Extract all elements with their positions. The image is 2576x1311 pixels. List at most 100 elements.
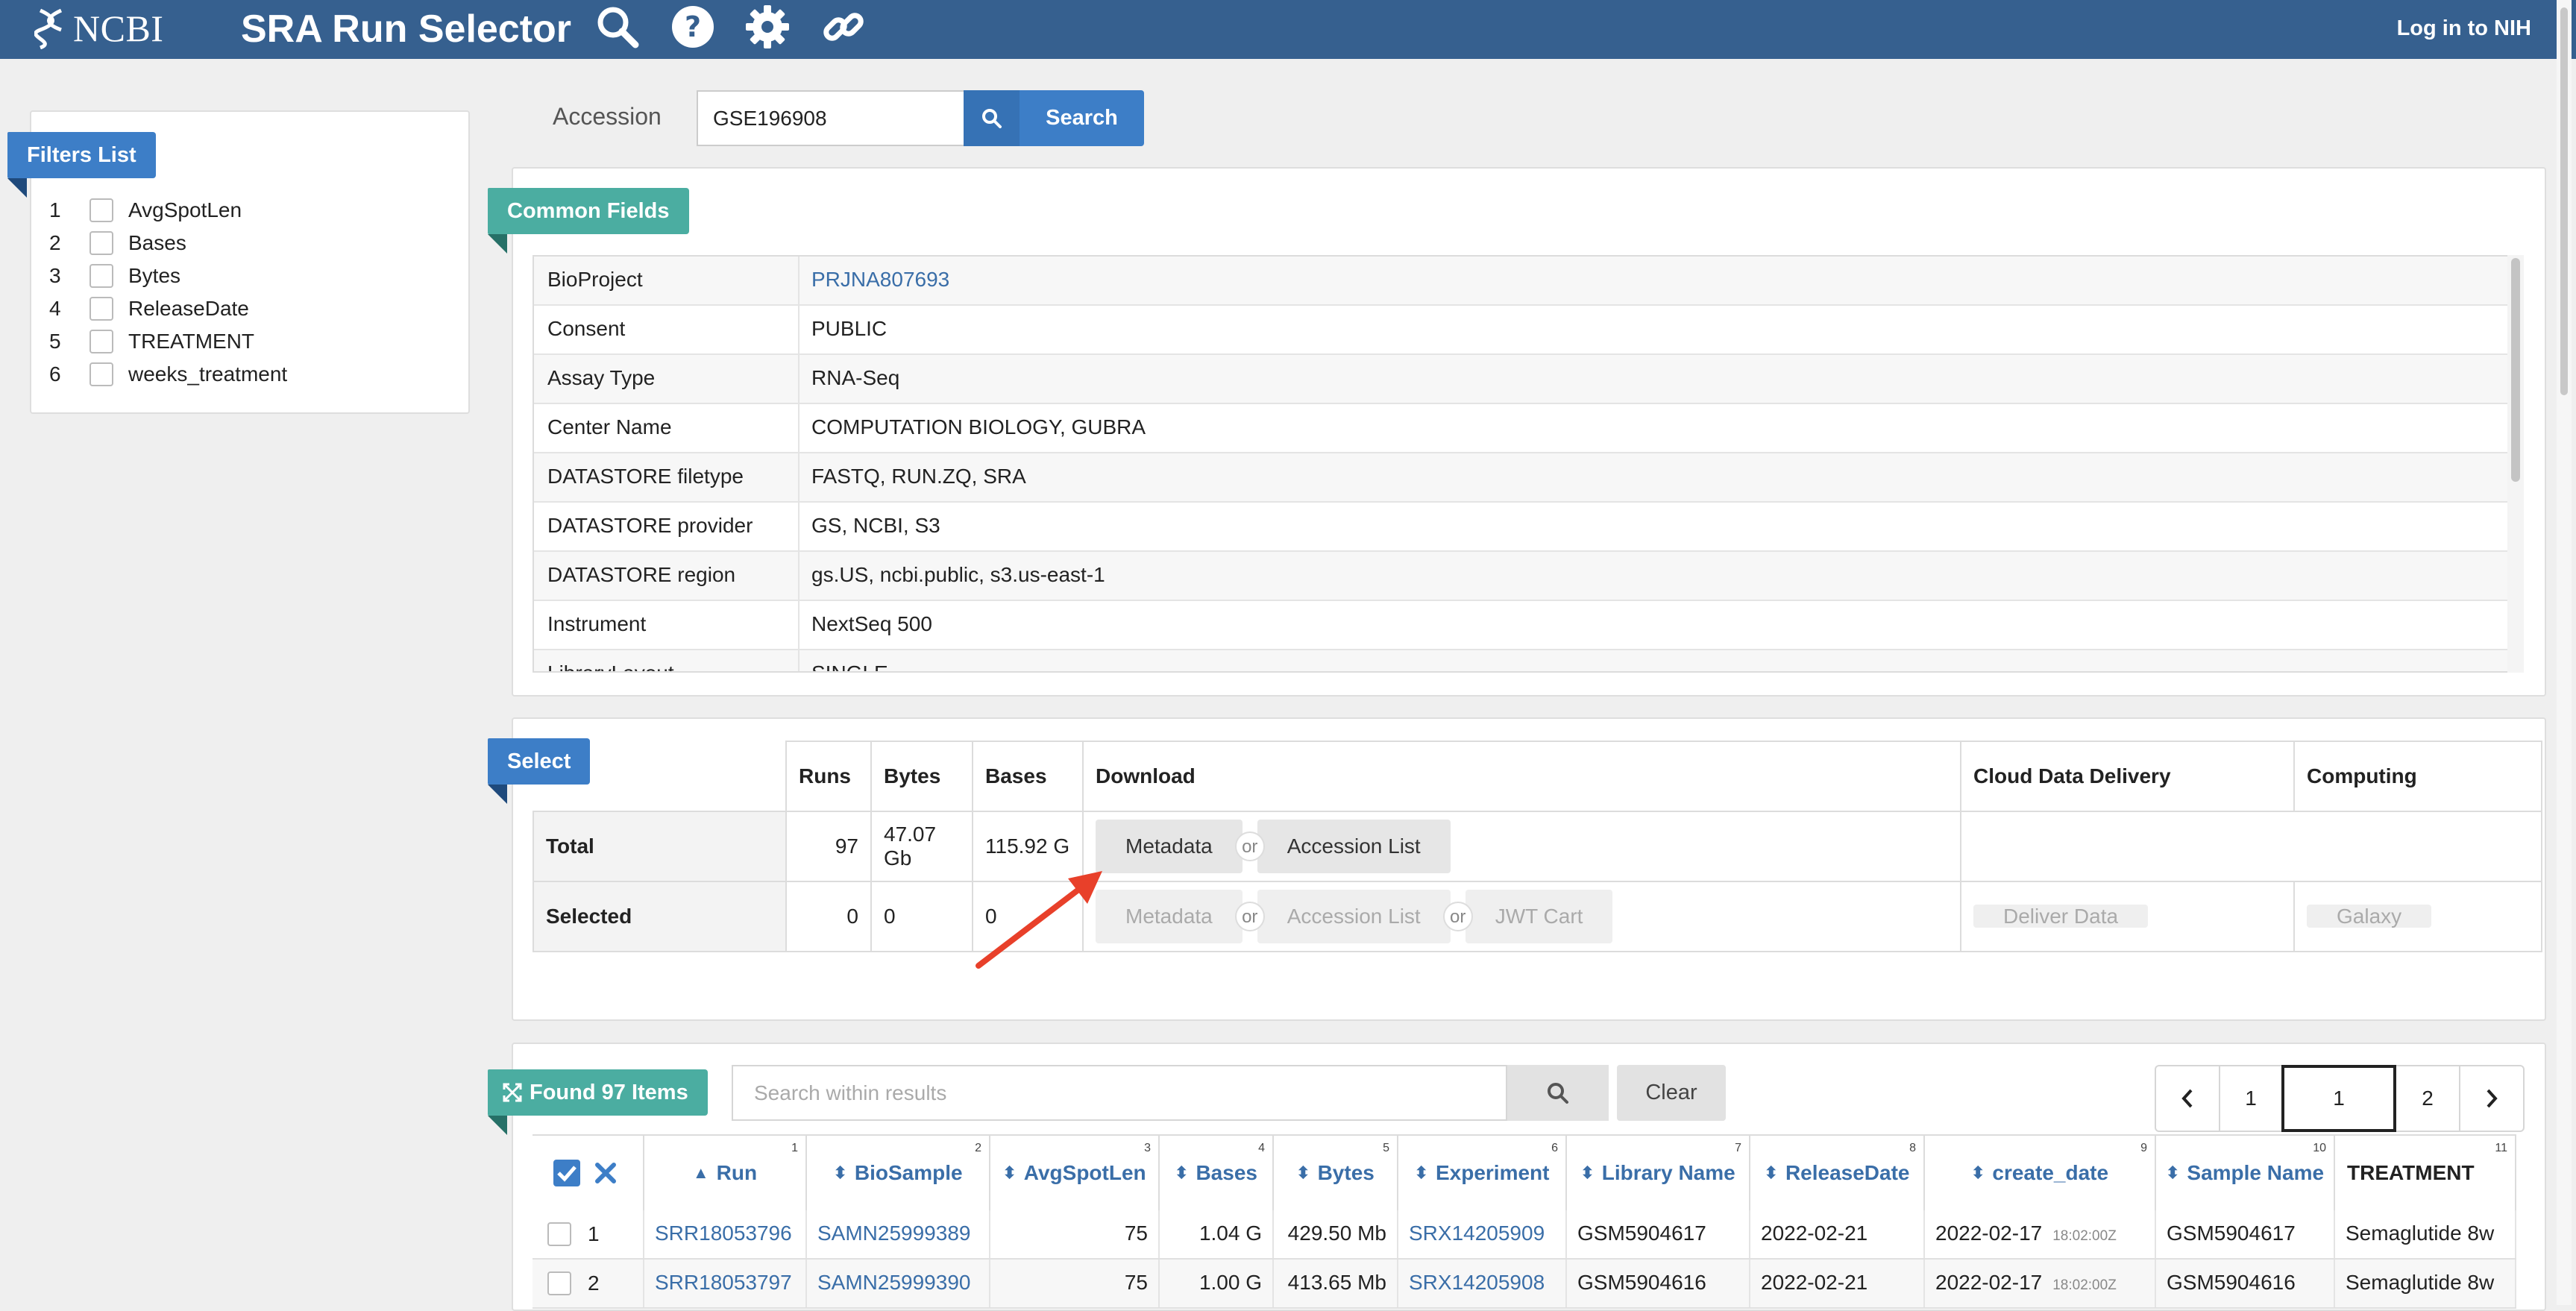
row-checkbox[interactable]	[547, 1271, 571, 1295]
page-first[interactable]: 1	[2219, 1065, 2283, 1132]
prev-page-button[interactable]	[2155, 1065, 2220, 1132]
table-row[interactable]: 2 SRR18053797 SAMN25999390 75 1.00 G 413…	[533, 1260, 2516, 1309]
column-number: 10	[2313, 1142, 2326, 1154]
column-header-avgspotlen[interactable]: ⬍ AvgSpotLen 3	[990, 1136, 1160, 1210]
filter-number: 5	[49, 330, 61, 353]
run-link[interactable]: SRR18053797	[644, 1260, 807, 1307]
results-search-button[interactable]	[1507, 1065, 1609, 1121]
clear-button[interactable]: Clear	[1617, 1065, 1726, 1121]
column-header-run[interactable]: ▲ Run 1	[644, 1136, 807, 1210]
filter-item[interactable]: 3 Bytes	[49, 260, 287, 292]
table-row: Consent PUBLIC	[534, 306, 2509, 355]
select-all-checkbox[interactable]	[552, 1158, 582, 1188]
column-header-biosample[interactable]: ⬍ BioSample 2	[807, 1136, 990, 1210]
sort-asc-icon: ▲	[692, 1163, 709, 1182]
link-icon[interactable]	[820, 4, 867, 50]
bases-header: Bases	[972, 741, 1084, 812]
selected-metadata-button[interactable]: Metadata	[1096, 890, 1243, 943]
page-current[interactable]: 1	[2281, 1065, 2396, 1132]
treatment-cell: Semaglutide 8w	[2335, 1260, 2516, 1307]
column-header-experiment[interactable]: ⬍ Experiment 6	[1398, 1136, 1567, 1210]
filter-item[interactable]: 2 Bases	[49, 227, 287, 260]
field-value: SINGLE	[799, 650, 888, 671]
biosample-link[interactable]: SAMN25999389	[807, 1210, 990, 1258]
cloud-delivery-cell: Deliver Data	[1960, 881, 2295, 952]
field-value: FASTQ, RUN.ZQ, SRA	[811, 465, 1026, 488]
total-download-buttons: Metadata or Accession List	[1096, 820, 1948, 873]
accession-input[interactable]: GSE196908	[697, 90, 964, 146]
column-number: 1	[791, 1142, 798, 1154]
gear-icon[interactable]	[744, 4, 791, 50]
field-key: LibraryLayout	[534, 650, 799, 671]
column-header-releasedate[interactable]: ⬍ ReleaseDate 8	[1750, 1136, 1925, 1210]
dna-helix-icon	[34, 8, 63, 49]
bioproject-link[interactable]: PRJNA807693	[799, 257, 949, 304]
biosample-link[interactable]: SAMN25999390	[807, 1260, 990, 1307]
filters-list: 1 AvgSpotLen 2 Bases 3 Bytes 4 ReleaseDate 5…	[49, 194, 287, 391]
login-link[interactable]: Log in to NIH	[2397, 16, 2531, 41]
filter-checkbox[interactable]	[89, 264, 113, 288]
column-header-treatment[interactable]: TREATMENT 11	[2335, 1136, 2516, 1210]
filter-item[interactable]: 5 TREATMENT	[49, 325, 287, 358]
filter-checkbox[interactable]	[89, 362, 113, 386]
filter-item[interactable]: 6 weeks_treatment	[49, 358, 287, 391]
experiment-link[interactable]: SRX14205909	[1398, 1210, 1567, 1258]
filter-checkbox[interactable]	[89, 330, 113, 353]
field-value: COMPUTATION BIOLOGY, GUBRA	[811, 415, 1146, 438]
page-scrollbar[interactable]	[2557, 0, 2572, 1305]
selected-accession-list-button[interactable]: Accession List	[1257, 890, 1451, 943]
galaxy-button[interactable]: Galaxy	[2307, 905, 2432, 928]
column-header-create-date[interactable]: ⬍ create_date 9	[1925, 1136, 2156, 1210]
column-header-bases[interactable]: ⬍ Bases 4	[1160, 1136, 1274, 1210]
search-icon	[1548, 1082, 1568, 1104]
row-checkbox[interactable]	[547, 1222, 571, 1246]
deliver-data-button[interactable]: Deliver Data	[1973, 905, 2149, 928]
column-header-library-name[interactable]: ⬍ Library Name 7	[1567, 1136, 1750, 1210]
results-search-input[interactable]: Search within results	[732, 1065, 1507, 1121]
create-date-cell: 2022-02-17 18:02:00Z	[1925, 1210, 2156, 1258]
scrollbar-thumb[interactable]	[2511, 258, 2520, 482]
accession-search-button[interactable]: Search	[964, 90, 1144, 146]
accession-list-download-button[interactable]: Accession List	[1257, 820, 1451, 873]
help-icon[interactable]: ?	[670, 4, 716, 50]
next-page-button[interactable]	[2459, 1065, 2525, 1132]
column-header-sample-name[interactable]: ⬍ Sample Name 10	[2156, 1136, 2335, 1210]
page-next-number[interactable]: 2	[2395, 1065, 2460, 1132]
clear-selection-icon[interactable]	[594, 1161, 618, 1185]
selected-label: Selected	[533, 881, 787, 952]
selected-download-buttons: Metadata or Accession List or JWT Cart	[1096, 890, 1948, 943]
field-key: Instrument	[534, 601, 799, 649]
experiment-link[interactable]: SRX14205908	[1398, 1260, 1567, 1307]
jwt-cart-button[interactable]: JWT Cart	[1465, 890, 1613, 943]
sort-icon: ⬍	[1296, 1163, 1310, 1182]
metadata-download-button[interactable]: Metadata	[1096, 820, 1243, 873]
page-scrollbar-thumb[interactable]	[2560, 7, 2568, 395]
field-value: PUBLIC	[811, 317, 888, 340]
top-bar: NCBI SRA Run Selector ? Log in to NIH	[0, 0, 2576, 59]
or-separator: or	[1234, 902, 1265, 931]
filter-checkbox[interactable]	[89, 198, 113, 222]
avgspotlen-cell: 75	[990, 1260, 1160, 1307]
field-value: NextSeq 500	[811, 612, 932, 635]
total-row: Total 97 47.07 Gb 115.92 G Metadata or A…	[533, 811, 2542, 882]
column-number: 3	[1144, 1142, 1151, 1154]
table-row: Center Name COMPUTATION BIOLOGY, GUBRA	[534, 404, 2509, 453]
filter-item[interactable]: 4 ReleaseDate	[49, 292, 287, 325]
field-key: DATASTORE provider	[534, 503, 799, 550]
or-separator: or	[1442, 902, 1473, 931]
ncbi-logo[interactable]: NCBI	[34, 6, 163, 51]
sort-icon: ⬍	[833, 1163, 847, 1182]
filter-number: 6	[49, 362, 61, 386]
filter-checkbox[interactable]	[89, 231, 113, 255]
sort-icon: ⬍	[1175, 1163, 1189, 1182]
column-header-bytes[interactable]: ⬍ Bytes 5	[1274, 1136, 1398, 1210]
filter-item[interactable]: 1 AvgSpotLen	[49, 194, 287, 227]
filter-number: 3	[49, 264, 61, 287]
filter-checkbox[interactable]	[89, 297, 113, 321]
run-link[interactable]: SRR18053796	[644, 1210, 807, 1258]
filter-label: ReleaseDate	[128, 297, 249, 320]
common-fields-scrollbar[interactable]	[2507, 255, 2524, 673]
table-row[interactable]: 1 SRR18053796 SAMN25999389 75 1.04 G 429…	[533, 1210, 2516, 1260]
search-icon[interactable]	[594, 4, 641, 50]
column-number: 7	[1735, 1142, 1741, 1154]
